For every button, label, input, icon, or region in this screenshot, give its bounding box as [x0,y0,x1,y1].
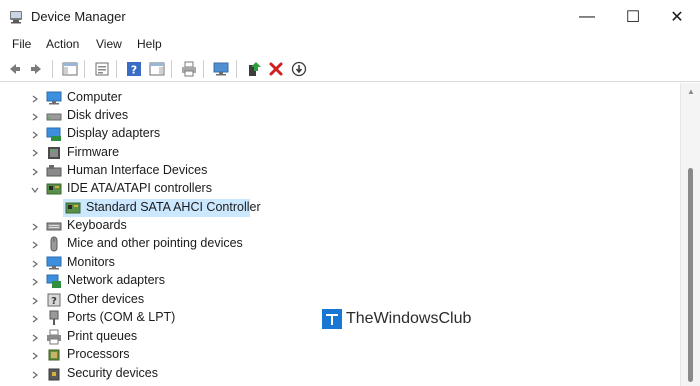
keyboard-icon [46,222,62,231]
scroll-thumb[interactable] [688,168,693,382]
computer-icon [46,91,62,105]
menu-help[interactable]: Help [137,37,162,51]
properties-icon [95,62,109,76]
back-button[interactable] [4,59,24,79]
help-icon: ? [127,62,141,77]
scan-hardware-button[interactable] [211,59,231,79]
toolbar: ? [0,56,700,82]
tree-item-human-interface-devices[interactable]: Human Interface Devices [67,163,207,177]
toolbar-separator [203,60,204,78]
svg-text:?: ? [131,64,137,77]
watermark-logo-icon [322,309,342,329]
device-manager-app-icon [10,11,22,24]
uninstall-device-button[interactable] [266,59,286,79]
menu-action[interactable]: Action [46,37,79,51]
toolbar-separator [236,60,237,78]
update-driver-icon [249,62,261,76]
expand-chevron-icon[interactable] [30,277,40,287]
expand-chevron-icon[interactable] [30,296,40,306]
action-pane-icon [149,62,165,76]
printer-icon [47,329,61,345]
tree-item-print-queues[interactable]: Print queues [67,329,137,343]
help-button[interactable]: ? [124,59,144,79]
sata-controller-icon [65,202,81,214]
mouse-icon [50,236,58,252]
expand-chevron-icon[interactable] [30,259,40,269]
uninstall-x-icon [269,62,283,76]
menu-view[interactable]: View [96,37,122,51]
expand-chevron-icon[interactable] [30,167,40,177]
expand-chevron-icon[interactable] [30,351,40,361]
expand-chevron-icon[interactable] [30,130,40,140]
properties-button[interactable] [92,59,112,79]
menu-bar: File Action View Help [0,34,700,56]
update-driver-button[interactable] [244,59,264,79]
scroll-up-arrow-icon[interactable]: ▲ [687,87,695,96]
close-icon: ✕ [670,9,684,26]
vertical-scrollbar[interactable]: ▲ [680,83,700,386]
disable-device-button[interactable] [289,59,309,79]
tree-item-network-adapters[interactable]: Network adapters [67,273,165,287]
back-arrow-icon [10,64,20,74]
expand-chevron-icon[interactable] [30,333,40,343]
minimize-icon: — [579,8,595,25]
expand-chevron-icon[interactable] [30,148,40,158]
window-title: Device Manager [31,9,126,24]
expand-chevron-icon[interactable] [30,314,40,324]
network-adapter-icon [46,274,61,288]
watermark-text: TheWindowsClub [346,310,472,327]
maximize-icon: ☐ [625,9,641,26]
collapse-chevron-icon[interactable] [30,185,40,195]
tree-item-other-devices[interactable]: Other devices [67,292,144,306]
tree-item-keyboards[interactable]: Keyboards [67,218,127,232]
toolbar-separator [116,60,117,78]
print-icon [182,61,196,77]
scan-hardware-icon [213,62,229,76]
console-tree-icon [62,62,78,76]
expand-chevron-icon[interactable] [30,240,40,250]
close-button[interactable]: ✕ [654,0,700,34]
expand-chevron-icon[interactable] [30,94,40,104]
print-button[interactable] [179,59,199,79]
device-tree: Computer Disk drives Display adapters Fi… [0,83,680,386]
tree-item-monitors[interactable]: Monitors [67,255,115,269]
action-pane-button[interactable] [147,59,167,79]
security-device-icon [48,368,60,381]
processor-icon [48,349,60,361]
monitor-icon [46,256,62,270]
tree-item-security-devices[interactable]: Security devices [67,366,158,380]
expand-chevron-icon[interactable] [30,112,40,122]
watermark: TheWindowsClub [322,306,471,332]
minimize-button[interactable]: — [564,0,610,34]
title-bar: Device Manager — ☐ ✕ [0,0,700,34]
maximize-button[interactable]: ☐ [610,0,656,34]
ide-controller-icon [46,183,62,195]
firmware-icon [48,147,60,159]
expand-chevron-icon[interactable] [30,370,40,380]
tree-item-standard-sata-ahci-controller[interactable]: Standard SATA AHCI Controller [86,200,261,214]
tree-item-ports-com-lpt[interactable]: Ports (COM & LPT) [67,310,175,324]
toolbar-separator [84,60,85,78]
tree-item-processors[interactable]: Processors [67,347,130,361]
toolbar-separator [52,60,53,78]
forward-arrow-icon [31,64,41,74]
forward-button[interactable] [27,59,47,79]
disable-device-icon [291,61,307,77]
tree-item-firmware[interactable]: Firmware [67,145,119,159]
toolbar-separator [171,60,172,78]
display-adapter-icon [46,127,61,141]
expand-chevron-icon[interactable] [30,222,40,232]
tree-item-mice-and-other-pointing-devices[interactable]: Mice and other pointing devices [67,236,243,250]
other-devices-icon: ? [47,293,61,307]
tree-item-ide-ata-atapi-controllers[interactable]: IDE ATA/ATAPI controllers [67,181,212,195]
hid-icon [46,165,62,177]
disk-drive-icon [46,113,62,121]
tree-item-disk-drives[interactable]: Disk drives [67,108,128,122]
svg-text:?: ? [51,296,57,307]
show-hide-console-tree-button[interactable] [60,59,80,79]
menu-file[interactable]: File [12,37,31,51]
tree-item-computer[interactable]: Computer [67,90,122,104]
ports-icon [49,310,59,325]
tree-item-display-adapters[interactable]: Display adapters [67,126,160,140]
